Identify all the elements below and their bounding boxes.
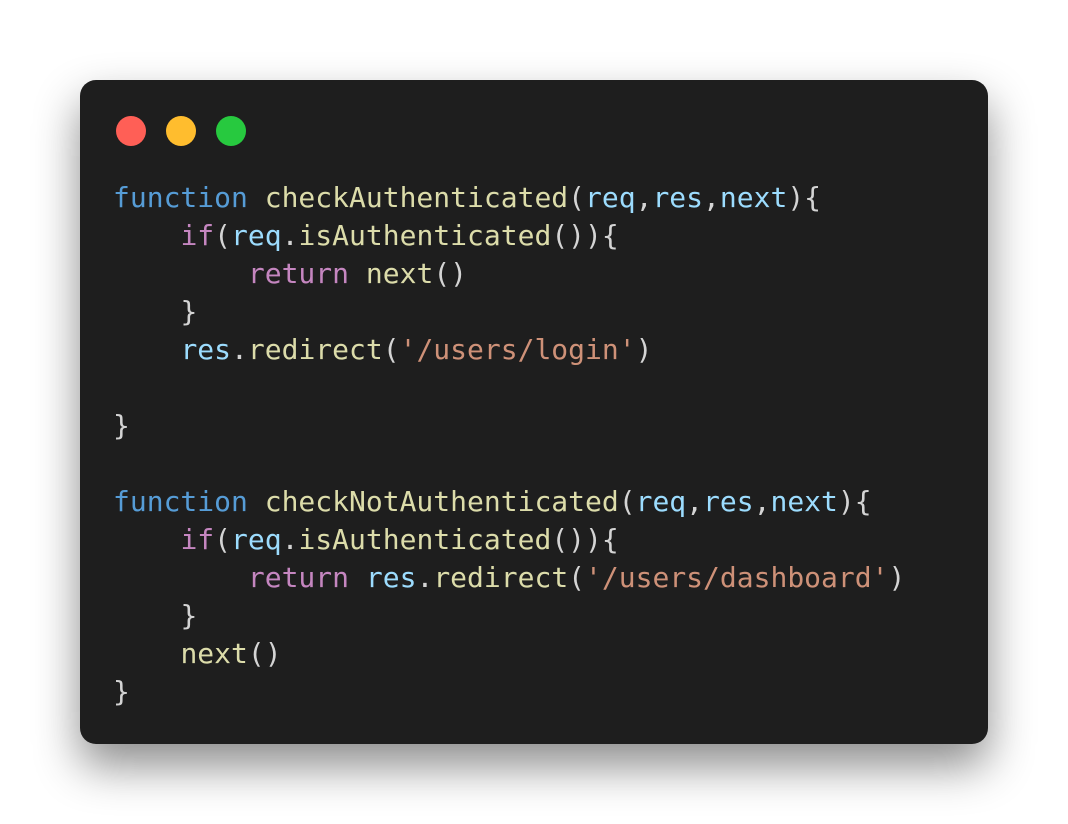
code-token: ){ bbox=[787, 181, 822, 214]
code-token: req bbox=[231, 219, 282, 252]
code-token: . bbox=[416, 561, 434, 594]
zoom-button[interactable] bbox=[216, 116, 246, 146]
code-token: ( bbox=[214, 523, 232, 556]
code-token: if bbox=[180, 523, 215, 556]
code-token: ()){ bbox=[551, 523, 619, 556]
code-line: function checkAuthenticated(req,res,next… bbox=[113, 179, 905, 217]
code-token: next bbox=[180, 637, 248, 670]
code-line: return res.redirect('/users/dashboard') bbox=[113, 559, 905, 597]
code-token: next bbox=[770, 485, 838, 518]
code-token: ) bbox=[635, 333, 653, 366]
minimize-button[interactable] bbox=[166, 116, 196, 146]
code-line: next() bbox=[113, 635, 905, 673]
code-line: return next() bbox=[113, 255, 905, 293]
code-line: function checkNotAuthenticated(req,res,n… bbox=[113, 483, 905, 521]
code-token: ( bbox=[214, 219, 232, 252]
code-token: checkNotAuthenticated bbox=[264, 485, 619, 518]
code-line: if(req.isAuthenticated()){ bbox=[113, 217, 905, 255]
code-token: isAuthenticated bbox=[298, 523, 552, 556]
code-token: return bbox=[247, 257, 350, 290]
code-token: . bbox=[281, 523, 299, 556]
code-token: req bbox=[635, 485, 687, 518]
code-line: if(req.isAuthenticated()){ bbox=[113, 521, 905, 559]
code-token: } bbox=[180, 599, 198, 632]
code-token: . bbox=[281, 219, 299, 252]
code-token: redirect bbox=[433, 561, 569, 594]
code-token: res bbox=[180, 333, 232, 366]
code-token: if bbox=[180, 219, 215, 252]
code-token: next bbox=[365, 257, 434, 290]
code-line: res.redirect('/users/login') bbox=[113, 331, 905, 369]
code-token: () bbox=[433, 257, 468, 290]
code-token: , bbox=[686, 485, 704, 518]
code-line: } bbox=[113, 293, 905, 331]
code-block: function checkAuthenticated(req,res,next… bbox=[113, 179, 905, 711]
code-token: checkAuthenticated bbox=[264, 181, 569, 214]
code-token: res bbox=[703, 485, 754, 518]
code-token: ) bbox=[888, 561, 906, 594]
code-token: ( bbox=[568, 181, 586, 214]
code-token: redirect bbox=[247, 333, 383, 366]
code-token: '/users/dashboard' bbox=[585, 561, 889, 594]
code-token: '/users/login' bbox=[399, 333, 636, 366]
code-window: function checkAuthenticated(req,res,next… bbox=[80, 80, 988, 744]
code-token: } bbox=[113, 409, 130, 442]
code-token: req bbox=[585, 181, 636, 214]
close-button[interactable] bbox=[116, 116, 146, 146]
code-token: ( bbox=[568, 561, 586, 594]
code-token: function bbox=[113, 485, 248, 518]
code-token: , bbox=[703, 181, 720, 214]
code-token: function bbox=[113, 181, 248, 214]
code-token: } bbox=[113, 675, 130, 708]
code-token: ( bbox=[382, 333, 400, 366]
code-token: ( bbox=[618, 485, 636, 518]
code-line: } bbox=[113, 673, 905, 711]
code-token: ()){ bbox=[551, 219, 619, 252]
code-token: , bbox=[753, 485, 771, 518]
code-token: isAuthenticated bbox=[298, 219, 552, 252]
code-token: ){ bbox=[837, 485, 872, 518]
window-controls bbox=[116, 116, 246, 146]
code-token: next bbox=[719, 181, 788, 214]
code-token: res bbox=[652, 181, 704, 214]
code-token: res bbox=[365, 561, 417, 594]
code-token: () bbox=[247, 637, 282, 670]
code-token: req bbox=[231, 523, 282, 556]
code-token: . bbox=[231, 333, 248, 366]
code-line: } bbox=[113, 407, 905, 445]
code-token: return bbox=[247, 561, 350, 594]
code-token: , bbox=[635, 181, 653, 214]
code-token: } bbox=[180, 295, 198, 328]
code-line: } bbox=[113, 597, 905, 635]
